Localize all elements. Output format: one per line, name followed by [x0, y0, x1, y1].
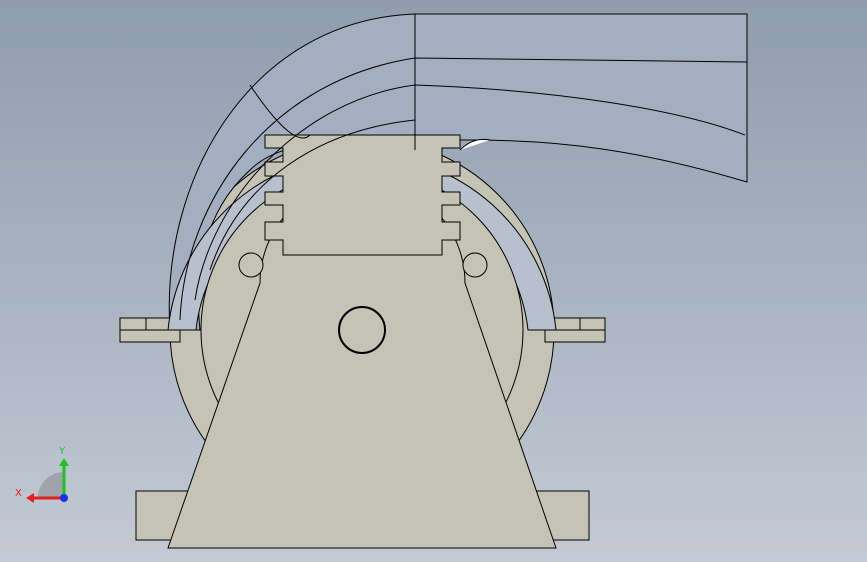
- shaft-hole[interactable]: [338, 306, 386, 354]
- cad-viewport[interactable]: X Y: [0, 0, 867, 562]
- blower-model-drawing[interactable]: [0, 0, 867, 562]
- bolt-hole-left[interactable]: [238, 252, 264, 278]
- z-axis-dot: [60, 494, 68, 502]
- outlet-lip: [459, 138, 491, 151]
- triad-quadrant: [38, 472, 64, 498]
- axis-triad[interactable]: X Y: [12, 440, 76, 510]
- x-axis-label: X: [15, 488, 22, 499]
- y-axis-label: Y: [58, 446, 66, 457]
- bolt-hole-right[interactable]: [462, 252, 488, 278]
- x-axis-head: [26, 493, 34, 503]
- y-axis-head: [59, 458, 69, 466]
- grooved-column: [264, 134, 461, 256]
